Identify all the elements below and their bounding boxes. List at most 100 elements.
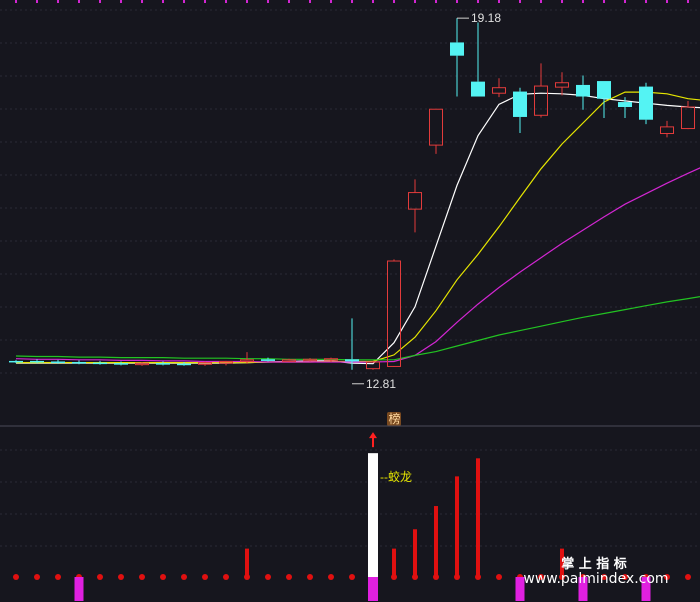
candle-body — [597, 81, 611, 99]
top-marker-dot — [498, 0, 500, 3]
top-marker-dot — [351, 0, 353, 3]
indicator-dot — [391, 574, 397, 580]
candle-body — [534, 85, 548, 116]
top-marker-dot — [246, 0, 248, 3]
indicator-dot — [454, 574, 460, 580]
indicator-magenta-bar — [74, 577, 84, 601]
ma-line — [16, 91, 700, 364]
candle-body — [492, 87, 506, 94]
top-marker-dot — [309, 0, 311, 3]
top-marker-dot — [435, 0, 437, 3]
watermark-line2: www.palmindex.com — [523, 571, 668, 587]
watermark-line1: 掌 上 指 标 — [561, 556, 627, 572]
indicator-label-group: --蛟龙 — [380, 469, 412, 484]
indicator-dot — [55, 574, 61, 580]
top-marker-dot — [372, 0, 374, 3]
indicator-label: --蛟龙 — [380, 469, 412, 484]
candle-body — [114, 363, 128, 365]
stock-chart: 19.18 12.81 榜 --蛟龙 掌 上 指 标 www.palmindex… — [0, 0, 700, 601]
candle-body — [618, 102, 632, 108]
top-marker-dot — [330, 0, 332, 3]
indicator-dot — [433, 574, 439, 580]
indicator-red-bar — [434, 506, 438, 577]
indicator-dot — [685, 574, 691, 580]
candle-body — [72, 362, 86, 364]
high-price-label: 19.18 — [471, 11, 501, 25]
top-marker-dot — [645, 0, 647, 3]
top-marker-dot — [393, 0, 395, 3]
top-marker-dot — [267, 0, 269, 3]
list-badge: 榜 — [389, 411, 401, 426]
up-arrow-icon — [369, 432, 377, 448]
indicator-dot — [118, 574, 124, 580]
candle-body — [639, 86, 653, 120]
top-marker-dot — [603, 0, 605, 3]
indicator-dot — [286, 574, 292, 580]
top-marker-dot — [624, 0, 626, 3]
top-marker-dot — [687, 0, 689, 3]
top-marker-dot — [141, 0, 143, 3]
top-marker-dot — [225, 0, 227, 3]
top-marker-dot — [519, 0, 521, 3]
indicator-dot — [13, 574, 19, 580]
indicator-dot — [160, 574, 166, 580]
top-marker-dot — [456, 0, 458, 3]
candle-body — [471, 81, 485, 97]
candle-body — [303, 358, 317, 362]
ma-line — [16, 92, 700, 365]
candle-body — [93, 362, 107, 365]
indicator-dot — [412, 574, 418, 580]
top-marker-dot — [183, 0, 185, 3]
top-marker-dot — [162, 0, 164, 3]
top-marker-dot — [99, 0, 101, 3]
candle-body — [9, 360, 23, 363]
indicator-magenta-bar — [368, 577, 378, 601]
low-price-label: 12.81 — [366, 377, 396, 391]
indicator-red-bar — [245, 548, 249, 577]
top-marker-dot — [666, 0, 668, 3]
candles — [9, 18, 695, 370]
indicator-red-bar — [476, 458, 480, 577]
indicator-red-bar — [392, 548, 396, 577]
top-marker-dots — [15, 0, 689, 3]
top-marker-dot — [36, 0, 38, 3]
top-marker-dot — [15, 0, 17, 3]
candle-body — [135, 362, 149, 366]
indicator-dot — [223, 574, 229, 580]
candle-body — [30, 360, 44, 363]
indicator-red-bar — [413, 529, 417, 577]
indicator-dot — [496, 574, 502, 580]
indicator-dot — [139, 574, 145, 580]
candle-body — [240, 359, 254, 362]
top-marker-dot — [561, 0, 563, 3]
candle-body — [681, 106, 695, 130]
candle-body — [660, 126, 674, 135]
indicator-dot — [349, 574, 355, 580]
top-marker-dot — [204, 0, 206, 3]
indicator-dot — [328, 574, 334, 580]
candle-body — [513, 91, 527, 117]
top-marker-dot — [57, 0, 59, 3]
candle-body — [177, 363, 191, 366]
indicator-white-bar — [368, 453, 378, 577]
indicator-dot — [97, 574, 103, 580]
moving-average-lines — [15, 91, 700, 365]
candle-body — [261, 359, 275, 361]
candle-body — [450, 42, 464, 56]
candle-body — [156, 363, 170, 365]
top-marker-dot — [78, 0, 80, 3]
top-marker-dot — [288, 0, 290, 3]
candle-body — [51, 361, 65, 363]
top-marker-dot — [582, 0, 584, 3]
indicator-dot — [181, 574, 187, 580]
indicator-dot — [202, 574, 208, 580]
chart-stage: 19.18 12.81 榜 --蛟龙 掌 上 指 标 www.palmindex… — [0, 0, 700, 602]
arrow-head — [369, 432, 377, 439]
candle-body — [429, 108, 443, 146]
ma-line — [15, 167, 700, 363]
candle-body — [555, 82, 569, 88]
price-annotations: 19.18 12.81 榜 — [352, 11, 501, 426]
top-marker-dot — [477, 0, 479, 3]
indicator-dot — [475, 574, 481, 580]
indicator-dot — [265, 574, 271, 580]
